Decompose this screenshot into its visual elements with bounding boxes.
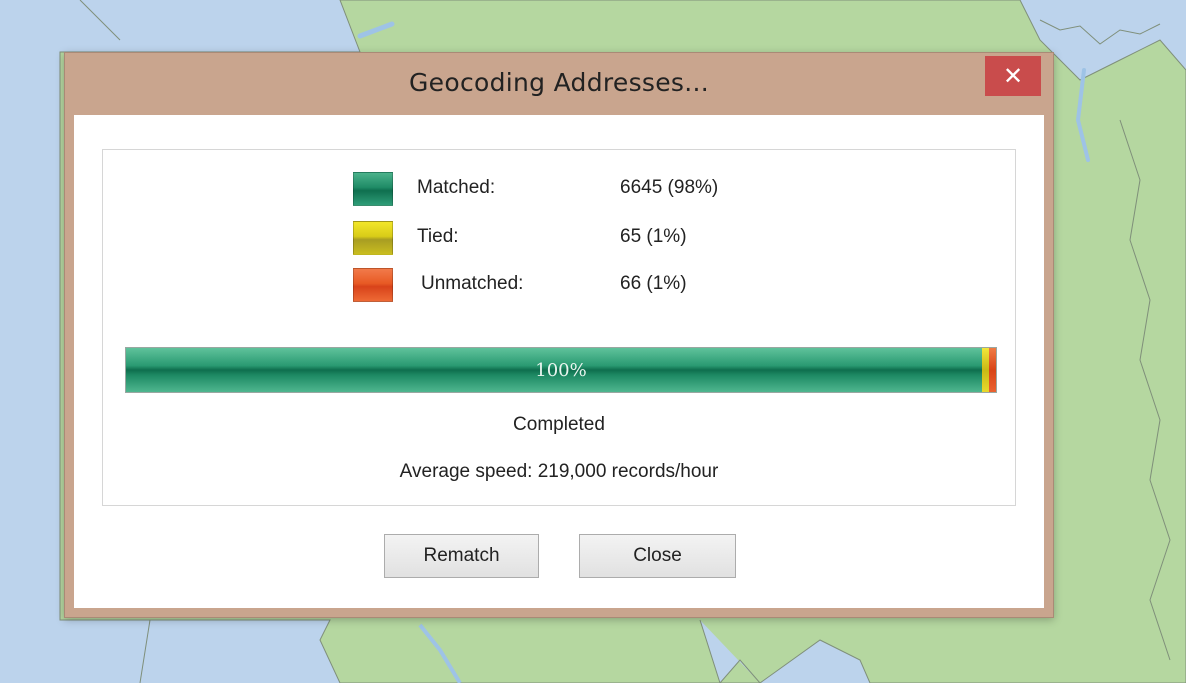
dialog-title: Geocoding Addresses... xyxy=(409,68,709,97)
geocoding-dialog: Geocoding Addresses... ✕ Matched: 6645 (… xyxy=(64,52,1054,618)
matched-value: 6645 (98%) xyxy=(620,177,719,198)
legend-row-tied: Tied: 65 (1%) xyxy=(353,221,813,255)
tied-value: 65 (1%) xyxy=(620,226,687,247)
close-icon[interactable]: ✕ xyxy=(985,56,1041,96)
status-text: Completed xyxy=(513,414,605,435)
tied-color-swatch xyxy=(353,221,393,255)
average-speed-text: Average speed: 219,000 records/hour xyxy=(399,461,719,482)
legend-row-matched: Matched: 6645 (98%) xyxy=(353,172,813,206)
matched-color-swatch xyxy=(353,172,393,206)
unmatched-label: Unmatched: xyxy=(421,273,524,294)
dialog-content: Matched: 6645 (98%) Tied: 65 (1%) Unmatc… xyxy=(74,115,1044,608)
unmatched-value: 66 (1%) xyxy=(620,273,687,294)
results-panel: Matched: 6645 (98%) Tied: 65 (1%) Unmatc… xyxy=(102,149,1016,506)
unmatched-color-swatch xyxy=(353,268,393,302)
close-button[interactable]: Close xyxy=(579,534,736,578)
tied-label: Tied: xyxy=(417,226,459,247)
dialog-titlebar[interactable]: Geocoding Addresses... ✕ xyxy=(65,53,1053,115)
legend-row-unmatched: Unmatched: 66 (1%) xyxy=(353,268,813,302)
progress-bar: 100% xyxy=(125,347,997,393)
rematch-button[interactable]: Rematch xyxy=(384,534,539,578)
matched-label: Matched: xyxy=(417,177,496,198)
progress-percent: 100% xyxy=(535,360,587,381)
